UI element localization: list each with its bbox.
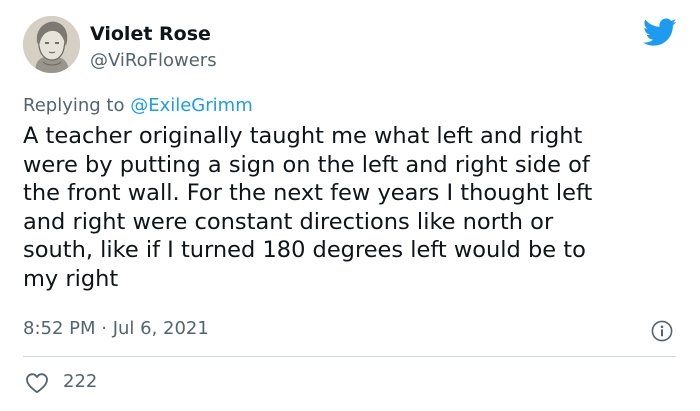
like-count[interactable]: 222 <box>63 371 97 392</box>
twitter-bird-icon <box>643 18 677 48</box>
info-icon[interactable] <box>651 320 673 342</box>
replying-to-line: Replying to @ExileGrimm <box>23 95 253 116</box>
replying-to-label: Replying to <box>23 95 131 116</box>
tweet-card: Violet Rose @ViRoFlowers Replying to @Ex… <box>0 0 700 411</box>
tweet-text: A teacher originally taught me what left… <box>23 123 593 292</box>
avatar[interactable] <box>23 16 80 73</box>
author-display-name[interactable]: Violet Rose <box>90 23 211 45</box>
author-handle[interactable]: @ViRoFlowers <box>90 50 217 71</box>
reply-mention-link[interactable]: @ExileGrimm <box>130 95 253 116</box>
avatar-portrait-icon <box>23 16 80 73</box>
heart-icon[interactable] <box>25 372 49 394</box>
tweet-timestamp[interactable]: 8:52 PM · Jul 6, 2021 <box>23 318 209 339</box>
divider <box>23 356 676 357</box>
